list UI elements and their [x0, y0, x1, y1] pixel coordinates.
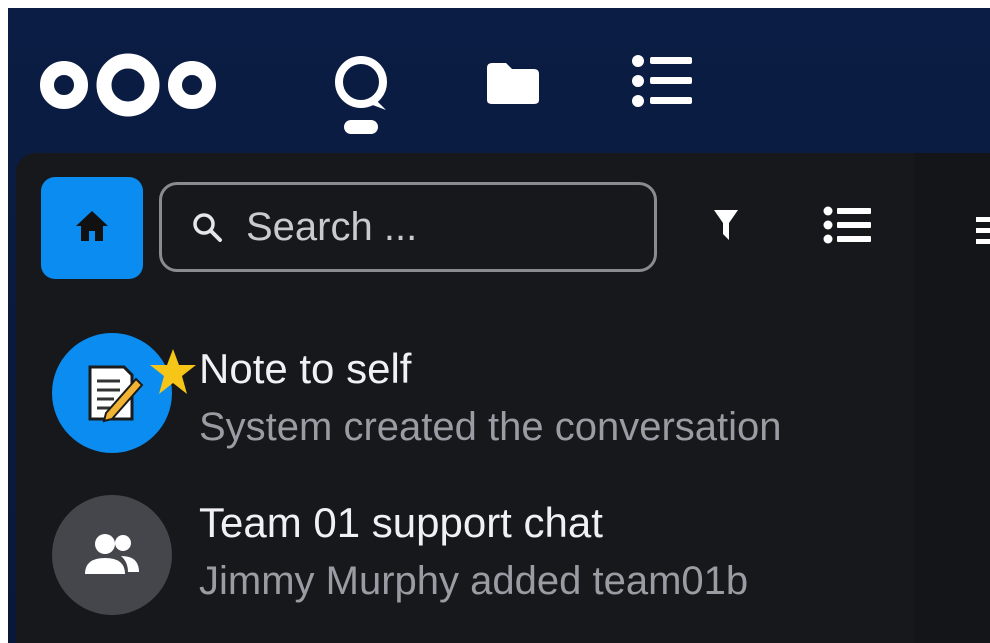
conversation-title: Team 01 support chat: [199, 499, 603, 546]
talk-icon[interactable]: [330, 52, 392, 136]
nextcloud-logo[interactable]: [36, 52, 220, 118]
search-input[interactable]: [244, 203, 628, 251]
conversation-list-button[interactable]: [820, 205, 876, 249]
activity-list-icon[interactable]: [630, 54, 694, 108]
header-bar: [8, 8, 990, 158]
conversation-last-message: Jimmy Murphy added team01b: [199, 559, 749, 603]
conversation-title: Note to self: [199, 345, 412, 392]
conversation-last-message: System created the conversation: [199, 405, 782, 449]
home-icon: [74, 209, 110, 248]
search-field[interactable]: [159, 182, 657, 272]
conversation-item-team-01-support-chat[interactable]: Team 01 support chat Jimmy Murphy added …: [16, 489, 914, 629]
filter-button[interactable]: [706, 207, 746, 247]
favorite-star-icon: [148, 347, 198, 397]
group-icon: [52, 495, 172, 615]
conversation-sidebar: Note to self System created the conversa…: [16, 153, 914, 643]
folder-icon[interactable]: [484, 60, 542, 106]
menu-icon[interactable]: [976, 213, 990, 249]
main-panel: Note to self System created the conversa…: [16, 153, 990, 643]
filter-icon: [712, 208, 740, 247]
app-window: Note to self System created the conversa…: [8, 8, 990, 643]
home-button[interactable]: [41, 177, 143, 279]
search-icon: [190, 210, 224, 244]
list-icon: [823, 205, 873, 250]
chat-pane: [914, 153, 990, 643]
